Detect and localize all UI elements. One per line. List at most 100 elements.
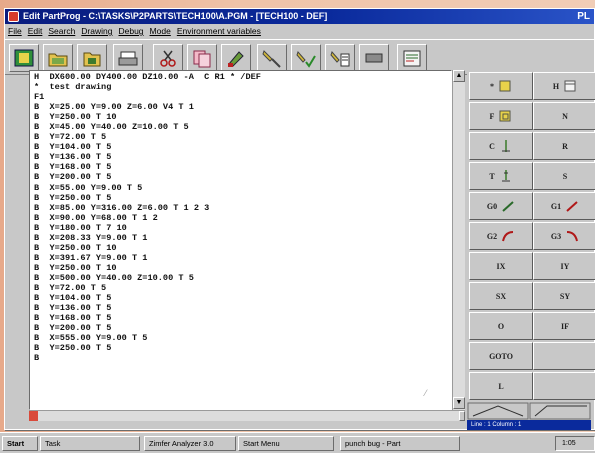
scroll-down-arrow-icon[interactable]: ▼ (453, 397, 465, 409)
keypad-blank-10-1-button[interactable] (533, 372, 595, 400)
tool-edit-button[interactable] (325, 44, 355, 72)
program-line[interactable]: B Y=136.00 T 5 (34, 303, 451, 313)
save-button[interactable] (77, 44, 107, 72)
title-bar-right-text: PL (577, 11, 590, 22)
keypad-sy-button[interactable]: SY (533, 282, 595, 310)
keypad-label: G2 (486, 231, 498, 241)
program-line[interactable]: B Y=250.00 T 10 (34, 263, 451, 273)
keypad-iy-button[interactable]: IY (533, 252, 595, 280)
menu-item-mode[interactable]: Mode (150, 26, 171, 36)
keypad-g0-button[interactable]: G0 (469, 192, 533, 220)
program-line[interactable]: B X=55.00 Y=9.00 T 5 (34, 183, 451, 193)
keypad-r-button[interactable]: R (533, 132, 595, 160)
program-line[interactable]: B Y=250.00 T 5 (34, 193, 451, 203)
menu-item-drawing[interactable]: Drawing (81, 26, 112, 36)
program-line[interactable]: B Y=72.00 T 5 (34, 283, 451, 293)
system-tray-clock[interactable]: 1:05 (555, 436, 595, 451)
program-button[interactable] (397, 44, 427, 72)
program-line[interactable]: B Y=200.00 T 5 (34, 323, 451, 333)
taskbar-item-start-menu[interactable]: Start Menu (238, 436, 334, 451)
keypad-h-button[interactable]: H (533, 72, 595, 100)
keypad-s-button[interactable]: S (533, 162, 595, 190)
wrench-icon (262, 50, 281, 68)
tool-check-icon (296, 51, 316, 68)
tool-check-button[interactable] (291, 44, 321, 72)
center-icon (501, 140, 510, 152)
program-line[interactable]: B X=391.67 Y=9.00 T 1 (34, 253, 451, 263)
program-line[interactable]: B X=208.33 Y=9.00 T 1 (34, 233, 451, 243)
keypad-label: F (489, 111, 495, 121)
keypad-label: H (552, 81, 560, 91)
menu-item-debug[interactable]: Debug (118, 26, 143, 36)
keypad-ix-button[interactable]: IX (469, 252, 533, 280)
open-folder-button[interactable] (43, 44, 73, 72)
program-line[interactable]: B Y=136.00 T 5 (34, 152, 451, 162)
tool-icon (501, 170, 510, 182)
scroll-right-arrow-icon[interactable] (459, 411, 465, 421)
program-line[interactable]: B Y=250.00 T 10 (34, 112, 451, 122)
program-line[interactable]: B Y=104.00 T 5 (34, 293, 451, 303)
keypad-f-button[interactable]: F (469, 102, 533, 130)
menu-item-edit[interactable]: Edit (28, 26, 43, 36)
menu-item-search[interactable]: Search (48, 26, 75, 36)
menu-item-environment-variables[interactable]: Environment variables (177, 26, 261, 36)
keypad-g2-button[interactable]: G2 (469, 222, 533, 250)
arrow-right-icon[interactable] (529, 402, 591, 420)
program-line[interactable]: F1 (34, 92, 451, 102)
keypad-o-button[interactable]: O (469, 312, 533, 340)
keypad-*-button[interactable]: * (469, 72, 533, 100)
keypad-c-button[interactable]: C (469, 132, 533, 160)
program-line[interactable]: H DX600.00 DY400.00 DZ10.00 -A C R1 * /D… (34, 72, 451, 82)
menu-item-file[interactable]: File (8, 26, 22, 36)
keypad-n-button[interactable]: N (533, 102, 595, 130)
keypad-l-button[interactable]: L (469, 372, 533, 400)
start-button[interactable]: Start (2, 436, 38, 451)
stop-icon (365, 53, 383, 63)
program-line[interactable]: B X=25.00 Y=9.00 Z=6.00 V4 T 1 (34, 102, 451, 112)
program-line[interactable]: B Y=180.00 T 7 10 (34, 223, 451, 233)
cut-button[interactable] (153, 44, 183, 72)
keypad-goto-button[interactable]: GOTO (469, 342, 533, 370)
vertical-scrollbar[interactable]: ▲ ▼ (452, 70, 465, 410)
program-line[interactable]: B Y=168.00 T 5 (34, 162, 451, 172)
stop-button[interactable] (359, 44, 389, 72)
keypad-sx-button[interactable]: SX (469, 282, 533, 310)
program-line[interactable]: B (34, 353, 451, 363)
program-line[interactable]: B X=555.00 Y=9.00 T 5 (34, 333, 451, 343)
keypad-arrows (467, 402, 591, 420)
horizontal-scrollbar[interactable] (29, 410, 465, 421)
program-line[interactable]: B Y=200.00 T 5 (34, 172, 451, 182)
program-line[interactable]: B Y=104.00 T 5 (34, 142, 451, 152)
paint-button[interactable] (221, 44, 251, 72)
taskbar-item-task[interactable]: Task (40, 436, 140, 451)
program-line[interactable]: B Y=72.00 T 5 (34, 132, 451, 142)
program-line[interactable]: B X=45.00 Y=40.00 Z=10.00 T 5 (34, 122, 451, 132)
copy-button[interactable] (187, 44, 217, 72)
taskbar-item-analyzer[interactable]: Zimfer Analyzer 3.0 (144, 436, 236, 451)
taskbar-item-punch[interactable]: punch bug - Part (340, 436, 460, 451)
keypad-g1-button[interactable]: G1 (533, 192, 595, 220)
keypad-if-button[interactable]: IF (533, 312, 595, 340)
keypad-t-button[interactable]: T (469, 162, 533, 190)
app-icon[interactable] (8, 11, 19, 22)
program-line[interactable]: B X=85.00 Y=316.00 Z=6.00 T 1 2 3 (34, 203, 451, 213)
keypad-label: IX (496, 261, 506, 271)
scroll-up-arrow-icon[interactable]: ▲ (453, 70, 465, 82)
program-line[interactable]: B X=500.00 Y=40.00 Z=10.00 T 5 (34, 273, 451, 283)
arrow-up-icon[interactable] (467, 402, 529, 420)
program-line[interactable]: B Y=250.00 T 5 (34, 343, 451, 353)
program-line[interactable]: B X=90.00 Y=68.00 T 1 2 (34, 213, 451, 223)
program-editor[interactable]: H DX600.00 DY400.00 DZ10.00 -A C R1 * /D… (29, 70, 452, 410)
print-button[interactable] (113, 44, 143, 72)
program-line[interactable]: B Y=168.00 T 5 (34, 313, 451, 323)
program-line[interactable]: B Y=250.00 T 10 (34, 243, 451, 253)
resize-grip-icon[interactable]: ⁄ (425, 388, 433, 398)
program-line[interactable]: * test drawing (34, 82, 451, 92)
open-punch-button[interactable] (9, 44, 39, 72)
keypad-blank-9-1-button[interactable] (533, 342, 595, 370)
wrench-button[interactable] (257, 44, 287, 72)
title-bar[interactable]: Edit PartProg - C:\TASKS\P2PARTS\TECH100… (5, 9, 594, 24)
keypad-g3-button[interactable]: G3 (533, 222, 595, 250)
scroll-left-arrow-icon[interactable] (29, 411, 38, 421)
keypad-label: G0 (486, 201, 498, 211)
